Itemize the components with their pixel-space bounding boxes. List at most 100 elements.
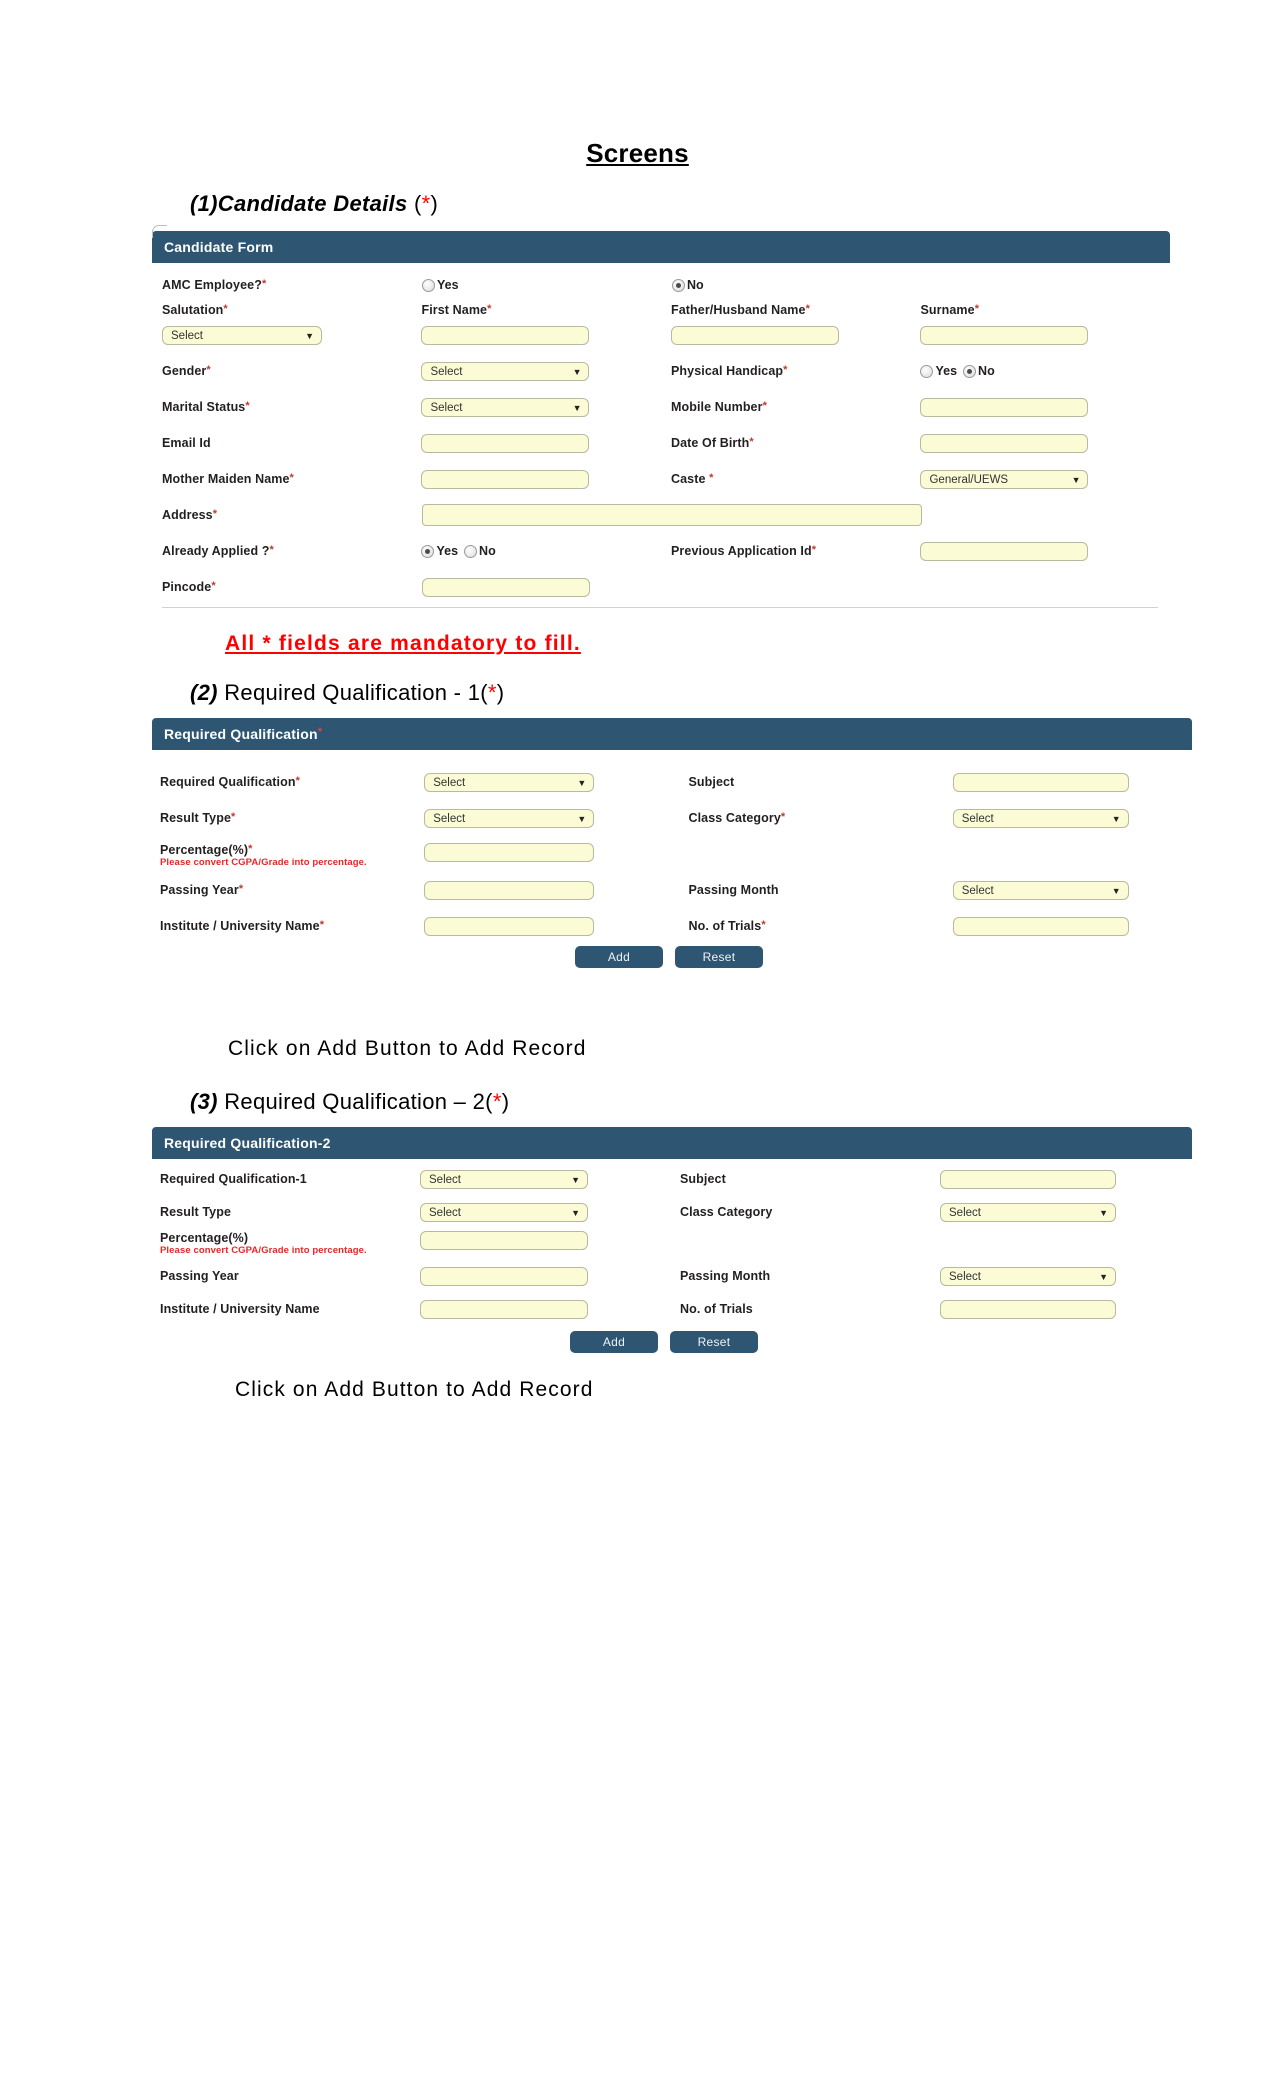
qual2-passing-month-select[interactable]: Select ▼ (940, 1266, 1116, 1286)
address-field-cell (422, 504, 930, 526)
qual2-reset-button[interactable]: Reset (670, 1331, 758, 1353)
radio-checked-icon[interactable] (672, 278, 685, 292)
father-husband-input[interactable] (670, 325, 839, 345)
qual2-percentage-label-cell: Percentage(%) Please convert CGPA/Grade … (152, 1231, 420, 1256)
section-suffix-open-3: ( (485, 1089, 493, 1114)
physical-handicap-label-cell: Physical Handicap* (671, 364, 921, 378)
qual1-required-qualification-select[interactable]: Select ▼ (424, 772, 595, 792)
already-applied-no-radio[interactable]: No (464, 544, 496, 558)
qual1-class-category-value: Select (961, 812, 994, 825)
radio-unchecked-icon[interactable] (464, 544, 478, 558)
qual2-subject-input[interactable] (940, 1169, 1116, 1189)
qual2-trials-input[interactable] (940, 1299, 1116, 1319)
click-add-note-2: Click on Add Button to Add Record (235, 1378, 594, 1401)
qual1-result-type-value: Select (433, 812, 466, 825)
qual2-row-percentage: Percentage(%) Please convert CGPA/Grade … (152, 1230, 1192, 1258)
qual1-subject-field-cell (952, 772, 1192, 792)
marital-status-select[interactable]: Select ▼ (421, 397, 590, 417)
qual1-row-passing-year: Passing Year* Passing Month Select ▼ (152, 876, 1192, 904)
mother-maiden-input[interactable] (421, 469, 590, 489)
chevron-down-icon: ▼ (572, 402, 582, 413)
qual1-percentage-input[interactable] (424, 843, 595, 862)
candidate-form-header: Candidate Form (152, 231, 1170, 263)
email-input[interactable] (421, 433, 590, 453)
physical-handicap-no-radio[interactable]: No (963, 364, 995, 378)
gender-select[interactable]: Select ▼ (421, 361, 590, 381)
qual1-passing-year-field-cell (424, 880, 688, 900)
amc-employee-label-cell: AMC Employee?* (152, 278, 422, 292)
gender-label: Gender (162, 364, 207, 378)
section-title-3: Required Qualification – 2 (224, 1089, 486, 1114)
qualification-2-panel: Required Qualification-2 Required Qualif… (152, 1127, 1192, 1364)
qual1-institute-star: * (319, 919, 325, 931)
surname-input[interactable] (920, 325, 1089, 345)
qual2-row-result-type: Result Type Select ▼ Class Category Sele… (152, 1198, 1192, 1226)
qual1-passing-year-star: * (238, 883, 244, 895)
radio-unchecked-icon[interactable] (422, 278, 435, 292)
qual1-passing-month-select[interactable]: Select ▼ (952, 880, 1129, 900)
qual1-reset-button[interactable]: Reset (675, 946, 763, 968)
qual1-passing-year-input[interactable] (424, 880, 595, 900)
qual1-result-type-select[interactable]: Select ▼ (424, 808, 595, 828)
qual1-percentage-note: Please convert CGPA/Grade into percentag… (160, 857, 367, 868)
qual1-required-qualification-label: Required Qualification (160, 775, 296, 789)
qual2-result-type-select[interactable]: Select ▼ (420, 1202, 588, 1222)
pincode-input[interactable] (422, 577, 590, 597)
dob-field-cell (920, 433, 1170, 453)
qual2-passing-month-value: Select (949, 1270, 981, 1283)
already-applied-yes-radio[interactable]: Yes (421, 544, 458, 558)
section-title-2: Required Qualification - 1 (224, 680, 481, 705)
first-name-input[interactable] (421, 325, 590, 345)
qual1-trials-input[interactable] (952, 916, 1129, 936)
amc-employee-no-radio[interactable]: No (672, 278, 922, 292)
qual2-class-category-select[interactable]: Select ▼ (940, 1202, 1116, 1222)
qual2-required-qualification-select[interactable]: Select ▼ (420, 1169, 588, 1189)
qual1-passing-month-field-cell: Select ▼ (952, 880, 1192, 900)
form-row-address: Address* (152, 501, 1170, 529)
qual2-passing-year-input[interactable] (420, 1266, 588, 1286)
qual1-result-type-star: * (231, 811, 236, 823)
amc-employee-label: AMC Employee? (162, 278, 262, 292)
radio-checked-icon[interactable] (421, 544, 435, 558)
qual1-class-category-select[interactable]: Select ▼ (952, 808, 1129, 828)
qual1-subject-input[interactable] (952, 772, 1129, 792)
marital-status-field-cell: Select ▼ (421, 397, 671, 417)
qual2-required-qualification-field-cell: Select ▼ (420, 1169, 680, 1189)
mandatory-fields-note: All * fields are mandatory to fill. (225, 632, 581, 655)
radio-unchecked-icon[interactable] (920, 364, 934, 378)
address-textarea[interactable] (422, 504, 922, 526)
dob-input[interactable] (920, 433, 1089, 453)
section-suffix-open-2: ( (480, 680, 488, 705)
amc-employee-required-star: * (261, 278, 267, 290)
qual2-add-button[interactable]: Add (570, 1331, 658, 1353)
qual2-percentage-input[interactable] (420, 1231, 588, 1250)
previous-app-id-label-cell: Previous Application Id* (671, 544, 921, 558)
mobile-number-required-star: * (762, 400, 767, 412)
qual2-institute-input[interactable] (420, 1299, 588, 1319)
qual1-trials-field-cell (952, 916, 1192, 936)
qual1-add-button[interactable]: Add (575, 946, 663, 968)
qual2-passing-month-label-cell: Passing Month (680, 1269, 940, 1283)
chevron-down-icon: ▼ (577, 777, 587, 788)
radio-checked-icon[interactable] (963, 364, 977, 378)
previous-app-id-input[interactable] (920, 541, 1089, 561)
qual1-button-row: Add Reset (152, 940, 1192, 969)
qualification-1-header: Required Qualification* (152, 718, 1192, 750)
mother-maiden-label-cell: Mother Maiden Name* (152, 472, 421, 486)
physical-handicap-yes-radio[interactable]: Yes (920, 364, 957, 378)
caste-label-cell: Caste * (671, 472, 921, 486)
amc-employee-no-label: No (687, 278, 704, 292)
click-add-note-1: Click on Add Button to Add Record (228, 1037, 587, 1060)
previous-app-id-required-star: * (811, 544, 817, 556)
chevron-down-icon: ▼ (1071, 474, 1081, 485)
qual1-percentage-label-cell: Percentage(%)* Please convert CGPA/Grade… (152, 843, 424, 868)
qual1-institute-input[interactable] (424, 916, 595, 936)
section-suffix-close-3: ) (501, 1089, 510, 1114)
surname-required-star: * (974, 303, 980, 315)
qual1-class-category-field-cell: Select ▼ (952, 808, 1192, 828)
salutation-select[interactable]: Select ▼ (162, 325, 322, 345)
caste-select[interactable]: General/UEWS ▼ (920, 469, 1089, 489)
mobile-number-input[interactable] (920, 397, 1089, 417)
chevron-down-icon: ▼ (571, 1207, 580, 1218)
amc-employee-yes-radio[interactable]: Yes (422, 278, 672, 292)
